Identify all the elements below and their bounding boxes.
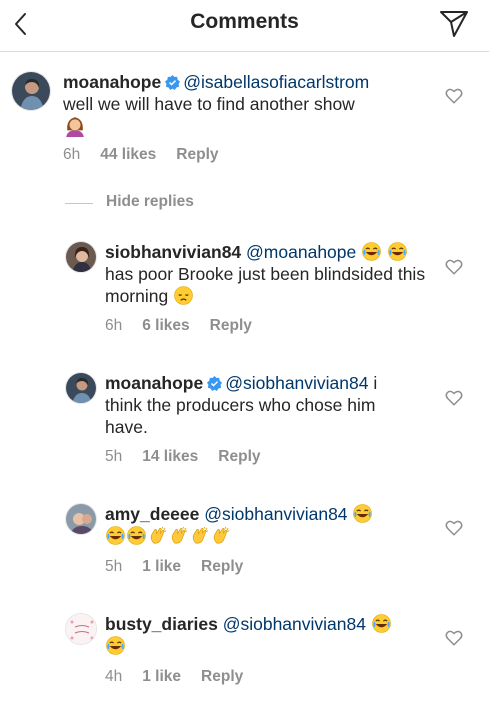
comment-mention[interactable]: @siobhanvivian84 — [204, 504, 347, 524]
comment-likes[interactable]: 14 likes — [142, 448, 198, 465]
comment-username[interactable]: busty_diaries — [105, 614, 218, 634]
comment-time: 6h — [105, 317, 123, 334]
joy-emoji — [362, 242, 382, 261]
comment-mention[interactable]: @isabellasofiacarlstrom — [183, 72, 369, 92]
avatar[interactable] — [65, 503, 97, 535]
comment-mention[interactable]: @moanahope — [246, 242, 356, 262]
clapping-hands-emoji — [213, 526, 230, 544]
comment-text: well we will have to find another show — [63, 94, 355, 114]
direct-send-icon[interactable] — [437, 6, 471, 40]
comment-time: 5h — [105, 448, 123, 465]
comment-time: 5h — [105, 558, 123, 575]
clapping-hands-emoji — [171, 526, 188, 544]
avatar[interactable] — [11, 71, 51, 111]
avatar[interactable] — [65, 613, 97, 645]
top-bar: Comments — [0, 0, 489, 52]
like-heart-icon[interactable] — [445, 389, 463, 407]
reply-button[interactable]: Reply — [201, 558, 243, 575]
comment-body: busty_diaries @siobhanvivian84 — [105, 613, 435, 657]
comment-username[interactable]: siobhanvivian84 — [105, 242, 241, 262]
joy-emoji — [353, 504, 373, 523]
sad-face-emoji — [174, 286, 194, 305]
reply-button[interactable]: Reply — [201, 668, 243, 685]
joy-emoji — [371, 614, 391, 633]
comment-body: moanahope @isabellasofiacarlstrom well we… — [63, 71, 443, 139]
comment-meta: 6h 44 likes Reply — [63, 146, 239, 164]
page-title: Comments — [190, 10, 299, 33]
hide-replies-label[interactable]: Hide replies — [106, 193, 194, 211]
clapping-hands-emoji — [150, 526, 167, 544]
comment-body: moanahope @siobhanvivian84 i think the pr… — [105, 372, 405, 438]
reply-button[interactable]: Reply — [176, 146, 218, 163]
verified-badge-icon — [165, 75, 181, 90]
woman-emoji — [63, 117, 87, 138]
comment-meta: 6h 6 likes Reply — [105, 317, 272, 335]
like-heart-icon[interactable] — [445, 87, 463, 105]
joy-emoji — [388, 242, 408, 261]
comment-meta: 4h 1 like Reply — [105, 668, 263, 686]
clapping-hands-emoji — [192, 526, 209, 544]
like-heart-icon[interactable] — [445, 258, 463, 276]
joy-emoji — [106, 636, 125, 655]
comment-username[interactable]: moanahope — [63, 72, 161, 92]
comment-body: amy_deeee @siobhanvivian84 — [105, 503, 435, 547]
reply-button[interactable]: Reply — [218, 448, 260, 465]
comment-meta: 5h 14 likes Reply — [105, 448, 281, 466]
comment-body: siobhanvivian84 @moanahope has poor Broo… — [105, 241, 435, 307]
reply-button[interactable]: Reply — [210, 317, 252, 334]
comment-text: has poor Brooke just been blindsided thi… — [105, 264, 426, 306]
comment-likes[interactable]: 1 like — [142, 668, 181, 685]
comment-mention[interactable]: @siobhanvivian84 — [225, 373, 368, 393]
like-heart-icon[interactable] — [445, 519, 463, 537]
comment-likes[interactable]: 1 like — [142, 558, 181, 575]
comment-likes[interactable]: 44 likes — [100, 146, 156, 163]
comment-likes[interactable]: 6 likes — [142, 317, 189, 334]
comment-meta: 5h 1 like Reply — [105, 558, 263, 576]
avatar[interactable] — [65, 241, 97, 273]
avatar[interactable] — [65, 372, 97, 404]
comment-time: 4h — [105, 668, 123, 685]
comment-mention[interactable]: @siobhanvivian84 — [223, 614, 366, 634]
like-heart-icon[interactable] — [445, 629, 463, 647]
verified-badge-icon — [207, 376, 223, 391]
divider — [65, 203, 93, 204]
comment-username[interactable]: amy_deeee — [105, 504, 199, 524]
joy-emoji — [106, 526, 125, 545]
comment-username[interactable]: moanahope — [105, 373, 203, 393]
joy-emoji — [127, 526, 146, 545]
comment-time: 6h — [63, 146, 81, 163]
